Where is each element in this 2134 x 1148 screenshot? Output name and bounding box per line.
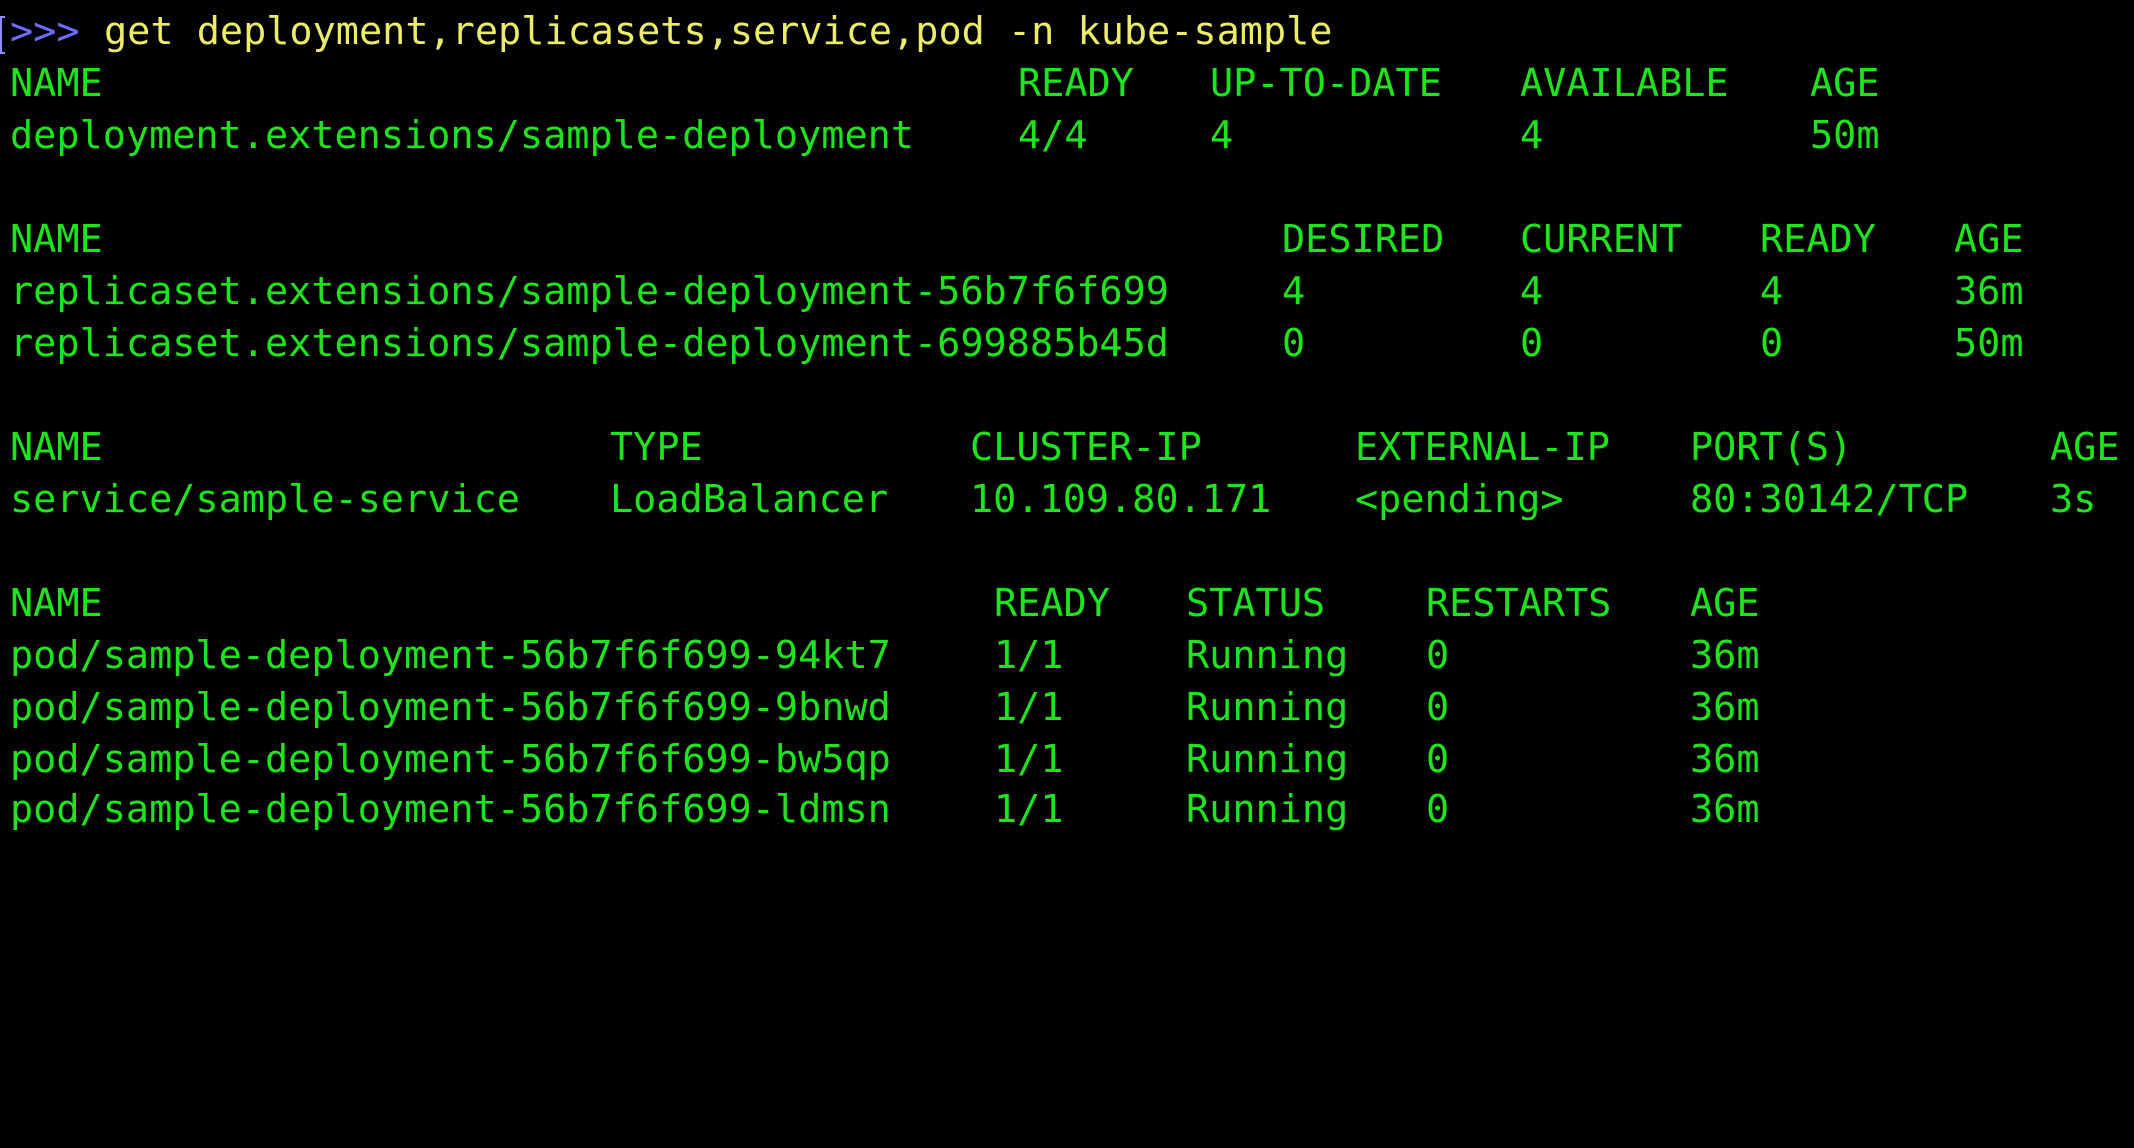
- replicaset-current: 0: [1520, 321, 1544, 366]
- col-header-age: AGE: [2050, 425, 2120, 470]
- pod-restarts: 0: [1426, 685, 1450, 730]
- replicaset-row: replicaset.extensions/sample-deployment-…: [10, 318, 2024, 370]
- replicasets-header-row: NAME DESIRED CURRENT READY AGE: [10, 214, 2024, 266]
- pod-name: pod/sample-deployment-56b7f6f699-9bnwd: [10, 685, 891, 730]
- pod-ready: 1/1: [994, 633, 1064, 678]
- col-header-age: AGE: [1810, 61, 1880, 106]
- pod-age: 36m: [1690, 787, 1760, 832]
- prompt-line: >>> get deployment,replicasets,service,p…: [0, 6, 1333, 58]
- col-header-desired: DESIRED: [1282, 217, 1445, 262]
- col-header-name: NAME: [10, 217, 103, 262]
- col-header-ready: READY: [994, 581, 1110, 626]
- pod-status: Running: [1186, 787, 1349, 832]
- pod-restarts: 0: [1426, 633, 1450, 678]
- pods-header-row: NAME READY STATUS RESTARTS AGE: [10, 578, 1760, 630]
- pod-ready: 1/1: [994, 787, 1064, 832]
- col-header-current: CURRENT: [1520, 217, 1683, 262]
- deployment-ready: 4/4: [1018, 113, 1088, 158]
- col-header-age: AGE: [1954, 217, 2024, 262]
- pod-age: 36m: [1690, 633, 1760, 678]
- pod-row: pod/sample-deployment-56b7f6f699-bw5qp 1…: [10, 734, 1760, 786]
- command-text: get deployment,replicasets,service,pod -…: [104, 9, 1333, 54]
- pod-status: Running: [1186, 685, 1349, 730]
- replicaset-ready: 0: [1760, 321, 1784, 366]
- deployment-up-to-date: 4: [1210, 113, 1234, 158]
- service-age: 3s: [2050, 477, 2097, 522]
- pod-name: pod/sample-deployment-56b7f6f699-bw5qp: [10, 737, 891, 782]
- replicaset-current: 4: [1520, 269, 1544, 314]
- deployment-age: 50m: [1810, 113, 1880, 158]
- col-header-ready: READY: [1760, 217, 1876, 262]
- col-header-status: STATUS: [1186, 581, 1326, 626]
- replicaset-desired: 0: [1282, 321, 1306, 366]
- pod-row: pod/sample-deployment-56b7f6f699-ldmsn 1…: [10, 784, 1760, 836]
- service-external-ip: <pending>: [1355, 477, 1564, 522]
- col-header-ready: READY: [1018, 61, 1134, 106]
- pod-ready: 1/1: [994, 737, 1064, 782]
- replicaset-name: replicaset.extensions/sample-deployment-…: [10, 269, 1169, 314]
- col-header-name: NAME: [10, 425, 103, 470]
- col-header-type: TYPE: [610, 425, 703, 470]
- pod-name: pod/sample-deployment-56b7f6f699-ldmsn: [10, 787, 891, 832]
- service-type: LoadBalancer: [610, 477, 889, 522]
- deployment-name: deployment.extensions/sample-deployment: [10, 113, 914, 158]
- replicaset-age: 50m: [1954, 321, 2024, 366]
- deployment-row: deployment.extensions/sample-deployment …: [10, 110, 1880, 162]
- terminal-window[interactable]: >>> get deployment,replicasets,service,p…: [0, 0, 2134, 836]
- replicaset-age: 36m: [1954, 269, 2024, 314]
- service-name: service/sample-service: [10, 477, 520, 522]
- pod-row: pod/sample-deployment-56b7f6f699-94kt7 1…: [10, 630, 1760, 682]
- col-header-available: AVAILABLE: [1520, 61, 1729, 106]
- pod-status: Running: [1186, 737, 1349, 782]
- deployment-available: 4: [1520, 113, 1544, 158]
- prompt-marker: [0, 16, 5, 54]
- pod-restarts: 0: [1426, 787, 1450, 832]
- col-header-ports: PORT(S): [1690, 425, 1853, 470]
- service-header-row: NAME TYPE CLUSTER-IP EXTERNAL-IP PORT(S)…: [10, 422, 2120, 474]
- pod-age: 36m: [1690, 685, 1760, 730]
- pod-age: 36m: [1690, 737, 1760, 782]
- deployment-header-row: NAME READY UP-TO-DATE AVAILABLE AGE: [10, 58, 1880, 110]
- pod-status: Running: [1186, 633, 1349, 678]
- service-ports: 80:30142/TCP: [1690, 477, 1969, 522]
- prompt-symbol: >>>: [10, 9, 80, 54]
- service-cluster-ip: 10.109.80.171: [970, 477, 1272, 522]
- col-header-age: AGE: [1690, 581, 1760, 626]
- replicaset-row: replicaset.extensions/sample-deployment-…: [10, 266, 2024, 318]
- replicaset-ready: 4: [1760, 269, 1784, 314]
- col-header-name: NAME: [10, 61, 103, 106]
- col-header-cluster-ip: CLUSTER-IP: [970, 425, 1202, 470]
- col-header-up-to-date: UP-TO-DATE: [1210, 61, 1442, 106]
- col-header-name: NAME: [10, 581, 103, 626]
- col-header-restarts: RESTARTS: [1426, 581, 1612, 626]
- col-header-external-ip: EXTERNAL-IP: [1355, 425, 1610, 470]
- pod-restarts: 0: [1426, 737, 1450, 782]
- replicaset-desired: 4: [1282, 269, 1306, 314]
- service-row: service/sample-service LoadBalancer 10.1…: [10, 474, 2096, 526]
- replicaset-name: replicaset.extensions/sample-deployment-…: [10, 321, 1169, 366]
- pod-name: pod/sample-deployment-56b7f6f699-94kt7: [10, 633, 891, 678]
- pod-ready: 1/1: [994, 685, 1064, 730]
- pod-row: pod/sample-deployment-56b7f6f699-9bnwd 1…: [10, 682, 1760, 734]
